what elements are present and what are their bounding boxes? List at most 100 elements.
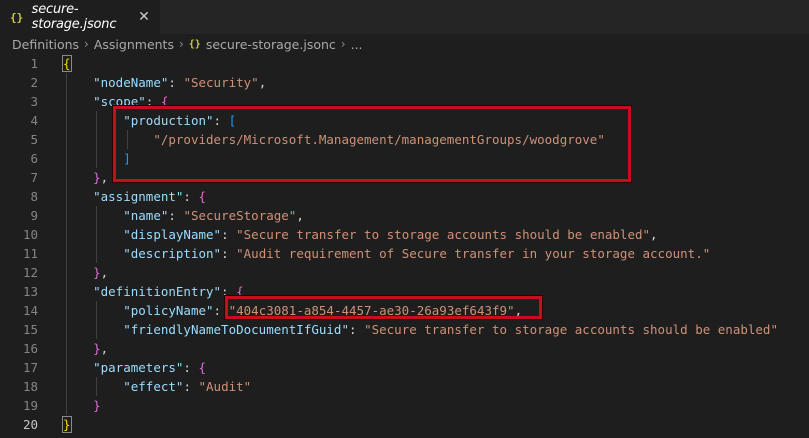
indent-guide xyxy=(127,130,128,149)
code-text: "/providers/Microsoft.Management/managem… xyxy=(63,130,605,149)
line-number: 15 xyxy=(22,322,38,337)
json-key: "policyName" xyxy=(123,303,214,318)
json-string: "Secure transfer to storage accounts sho… xyxy=(364,322,778,337)
bracket: { xyxy=(236,284,244,299)
line-number: 5 xyxy=(30,132,38,147)
punctuation: : xyxy=(221,227,237,242)
chevron-right-icon: › xyxy=(178,37,184,51)
punctuation: : xyxy=(349,322,365,337)
punctuation xyxy=(63,208,123,223)
line-number: 1 xyxy=(30,56,38,71)
punctuation xyxy=(63,75,93,90)
indent-guide xyxy=(96,377,97,396)
code-line[interactable]: 10 "displayName": "Secure transfer to st… xyxy=(0,225,809,244)
code-text: "name": "SecureStorage", xyxy=(63,206,304,225)
json-key: "assignment" xyxy=(93,189,184,204)
close-icon[interactable]: ✕ xyxy=(136,9,152,25)
punctuation xyxy=(63,189,93,204)
punctuation: , xyxy=(100,341,109,356)
code-line[interactable]: 13 "definitionEntry": { xyxy=(0,282,809,301)
punctuation xyxy=(63,170,93,185)
json-key: "parameters" xyxy=(93,360,184,375)
breadcrumb: Definitions › Assignments › {} secure-st… xyxy=(0,34,809,54)
code-text: } xyxy=(62,415,72,434)
indent-guide xyxy=(66,73,67,415)
code-line[interactable]: 18 "effect": "Audit" xyxy=(0,377,809,396)
json-key: "scope" xyxy=(93,94,146,109)
code-line[interactable]: 3 "scope": { xyxy=(0,92,809,111)
code-line[interactable]: 15 "friendlyNameToDocumentIfGuid": "Secu… xyxy=(0,320,809,339)
code-line[interactable]: 5 "/providers/Microsoft.Management/manag… xyxy=(0,130,809,149)
code-text: } xyxy=(63,396,101,415)
code-line[interactable]: 9 "name": "SecureStorage", xyxy=(0,206,809,225)
punctuation: : xyxy=(213,113,229,128)
punctuation xyxy=(63,132,153,147)
punctuation xyxy=(63,379,123,394)
code-line[interactable]: 2 "nodeName": "Security", xyxy=(0,73,809,92)
breadcrumb-item-definitions[interactable]: Definitions xyxy=(12,37,79,52)
code-line[interactable]: 19 } xyxy=(0,396,809,415)
bracket: } xyxy=(93,341,101,356)
json-string: "/providers/Microsoft.Management/managem… xyxy=(153,132,605,147)
line-number: 9 xyxy=(30,208,38,223)
code-line[interactable]: 7 }, xyxy=(0,168,809,187)
breadcrumb-item-symbols[interactable]: ... xyxy=(351,37,363,52)
punctuation xyxy=(63,360,93,375)
line-number: 7 xyxy=(30,170,38,185)
json-string: "SecureStorage" xyxy=(183,208,297,223)
punctuation: : xyxy=(168,75,184,90)
editor-tab-bar: {} secure-storage.jsonc ✕ xyxy=(0,0,809,34)
code-line[interactable]: 20} xyxy=(0,415,809,434)
breadcrumb-item-assignments[interactable]: Assignments xyxy=(94,37,174,52)
code-line[interactable]: 6 ] xyxy=(0,149,809,168)
code-text: "production": [ xyxy=(63,111,236,130)
punctuation xyxy=(63,322,123,337)
code-text: "friendlyNameToDocumentIfGuid": "Secure … xyxy=(63,320,778,339)
json-key: "definitionEntry" xyxy=(93,284,222,299)
json-key: "effect" xyxy=(123,379,184,394)
code-line[interactable]: 1{ xyxy=(0,54,809,73)
code-text: }, xyxy=(63,263,108,282)
punctuation xyxy=(63,398,93,413)
chevron-right-icon: › xyxy=(84,37,89,51)
code-editor[interactable]: 20} 19 } 18 "effect": "Audit" 17 "parameter… xyxy=(0,54,809,438)
json-key: "name" xyxy=(123,208,169,223)
bracket: } xyxy=(93,265,101,280)
json-file-icon: {} xyxy=(10,10,24,24)
line-number: 20 xyxy=(22,417,38,432)
code-text: "assignment": { xyxy=(63,187,206,206)
line-number: 12 xyxy=(22,265,38,280)
code-line[interactable]: 8 "assignment": { xyxy=(0,187,809,206)
code-text: "nodeName": "Security", xyxy=(63,73,266,92)
bracket: } xyxy=(93,170,101,185)
code-text: "scope": { xyxy=(63,92,168,111)
punctuation xyxy=(63,246,123,261)
line-number: 6 xyxy=(30,151,38,166)
punctuation: : xyxy=(221,284,237,299)
line-number: 8 xyxy=(30,189,38,204)
line-number: 14 xyxy=(22,303,38,318)
punctuation: , xyxy=(296,208,304,223)
code-line[interactable]: 11 "description": "Audit requirement of … xyxy=(0,244,809,263)
code-line[interactable]: 17 "parameters": { xyxy=(0,358,809,377)
code-line[interactable]: 14 "policyName": "404c3081-a854-4457-ae3… xyxy=(0,301,809,320)
bracket: { xyxy=(198,360,207,375)
code-line[interactable]: 12 }, xyxy=(0,263,809,282)
line-number: 4 xyxy=(30,113,38,128)
json-key: "description" xyxy=(123,246,222,261)
punctuation: , xyxy=(650,227,658,242)
code-text: "definitionEntry": { xyxy=(63,282,244,301)
punctuation: : xyxy=(168,208,184,223)
bracket: { xyxy=(62,55,72,72)
line-number: 17 xyxy=(22,360,38,375)
punctuation xyxy=(63,265,93,280)
punctuation: , xyxy=(514,303,523,318)
punctuation: , xyxy=(100,170,109,185)
code-line[interactable]: 4 "production": [ xyxy=(0,111,809,130)
code-line[interactable]: 16 }, xyxy=(0,339,809,358)
punctuation: : xyxy=(183,379,199,394)
tab-secure-storage-jsonc[interactable]: {} secure-storage.jsonc ✕ xyxy=(0,0,161,34)
bracket: ] xyxy=(123,151,131,166)
breadcrumb-item-file[interactable]: secure-storage.jsonc xyxy=(206,37,336,52)
line-number: 13 xyxy=(22,284,38,299)
